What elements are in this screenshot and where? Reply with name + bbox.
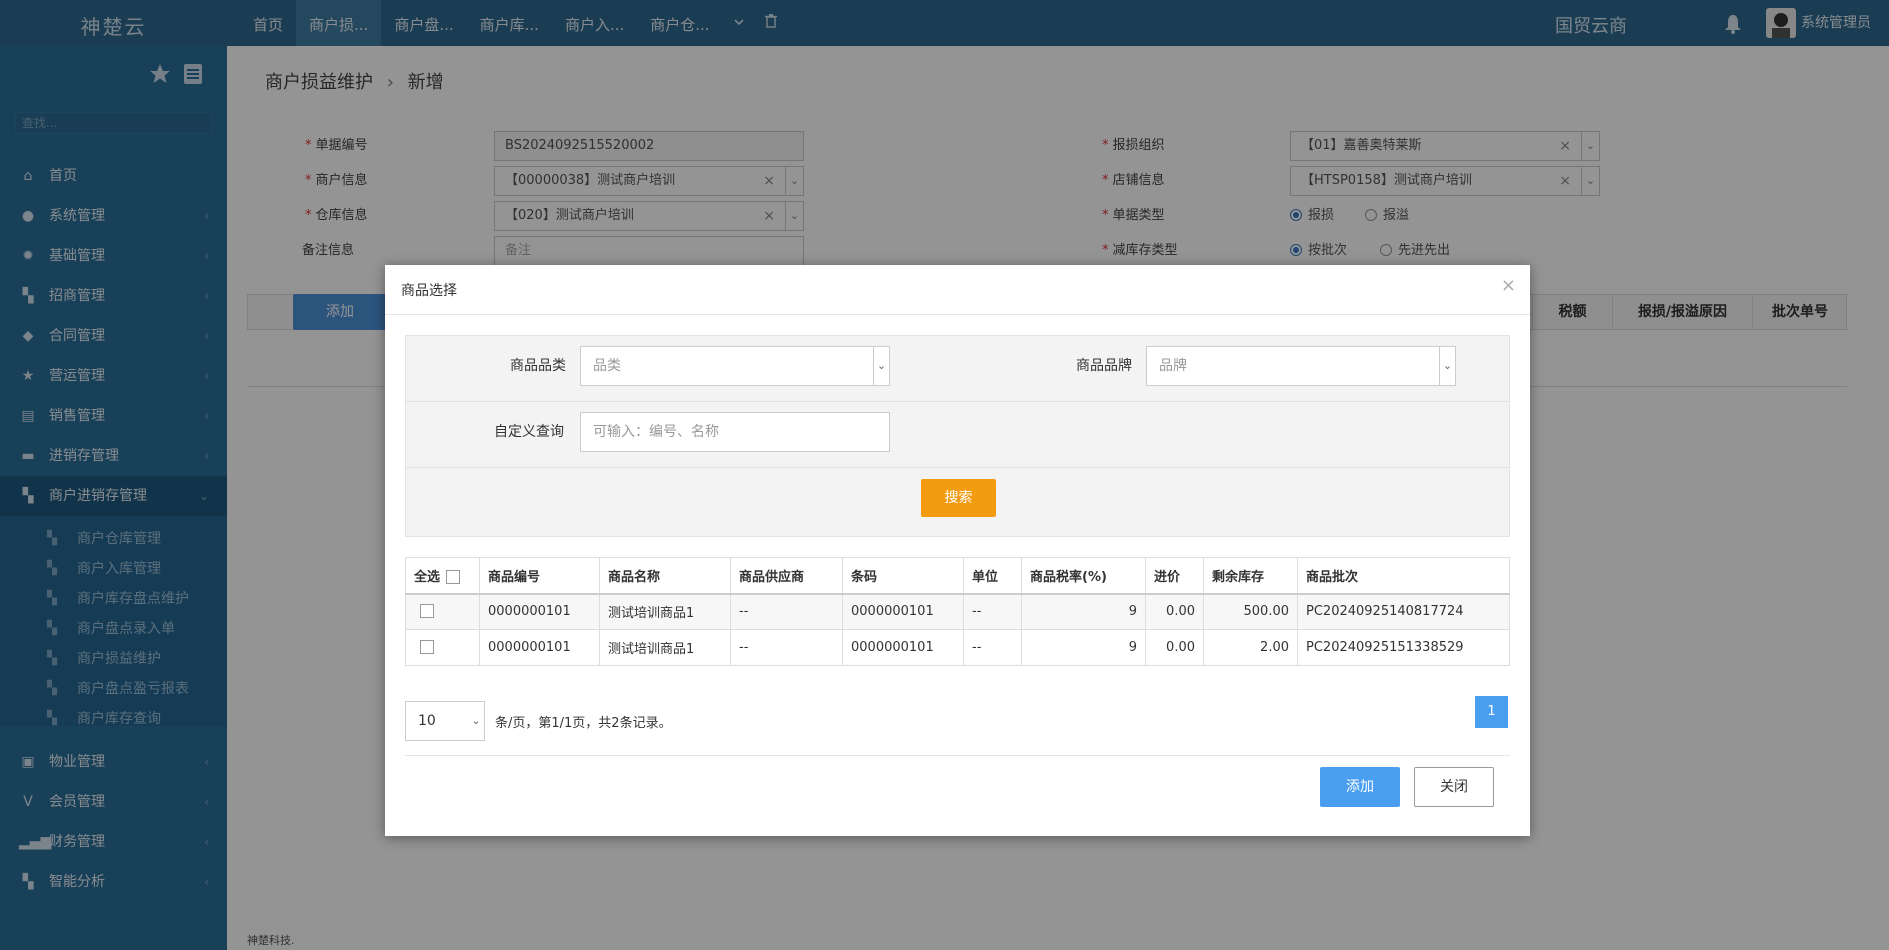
close-icon[interactable]: × (1501, 275, 1516, 296)
column-header: 单位 (963, 557, 1022, 595)
add-button[interactable]: 添加 (1320, 767, 1400, 807)
divider (406, 401, 1509, 402)
custom-query-input[interactable]: 可输入：编号、名称 (580, 412, 890, 452)
table-cell: 0000000101 (842, 629, 964, 666)
table-cell: 0.00 (1145, 593, 1204, 630)
brand-select[interactable]: 品牌 ⌄ (1146, 346, 1456, 386)
page-button[interactable]: 1 (1475, 696, 1508, 728)
column-header: 商品批次 (1297, 557, 1510, 595)
select-all-header[interactable]: 全选 (405, 557, 480, 595)
table-cell: 0000000101 (842, 593, 964, 630)
table-cell: 2.00 (1203, 629, 1298, 666)
close-button[interactable]: 关闭 (1414, 767, 1494, 807)
table-row[interactable]: 0000000101 测试培训商品1 -- 0000000101 -- 9 0.… (405, 593, 1510, 630)
row-checkbox-cell[interactable] (405, 593, 480, 630)
table-cell: 500.00 (1203, 593, 1298, 630)
divider (405, 755, 1510, 756)
table-cell: -- (730, 629, 843, 666)
product-select-dialog: 商品选择 × 商品品类 品类 ⌄ 商品品牌 品牌 ⌄ 自定义查询 可输入：编号、名称… (385, 265, 1530, 836)
column-header: 进价 (1145, 557, 1204, 595)
table-cell: PC20240925151338529 (1297, 629, 1510, 666)
table-cell: 9 (1021, 629, 1146, 666)
custom-query-label: 自定义查询 (494, 424, 564, 440)
column-header: 商品供应商 (730, 557, 843, 595)
column-header: 条码 (842, 557, 964, 595)
page-size-select[interactable]: 10 ⌄ (405, 701, 485, 741)
table-cell: 测试培训商品1 (599, 593, 731, 630)
row-checkbox-cell[interactable] (405, 629, 480, 666)
table-cell: -- (963, 629, 1022, 666)
dialog-title: 商品选择 (401, 283, 457, 299)
table-cell: -- (730, 593, 843, 630)
filter-panel: 商品品类 品类 ⌄ 商品品牌 品牌 ⌄ 自定义查询 可输入：编号、名称 搜索 (405, 335, 1510, 537)
product-table: 全选 商品编号 商品名称 商品供应商 条码 单位 商品税率(%) 进价 剩余库存… (405, 557, 1510, 666)
select-all-checkbox[interactable] (446, 569, 461, 584)
table-row[interactable]: 0000000101 测试培训商品1 -- 0000000101 -- 9 0.… (405, 629, 1510, 666)
column-header: 剩余库存 (1203, 557, 1298, 595)
table-cell: 0.00 (1145, 629, 1204, 666)
chevron-down-icon: ⌄ (471, 714, 481, 727)
table-cell: 9 (1021, 593, 1146, 630)
table-header-row: 全选 商品编号 商品名称 商品供应商 条码 单位 商品税率(%) 进价 剩余库存… (405, 557, 1510, 595)
table-cell: 0000000101 (479, 593, 600, 630)
chevron-down-icon: ⌄ (1439, 347, 1455, 385)
chevron-down-icon: ⌄ (873, 347, 889, 385)
divider (385, 314, 1530, 315)
divider (406, 467, 1509, 468)
brand-label: 商品品牌 (1076, 358, 1132, 374)
column-header: 商品名称 (599, 557, 731, 595)
row-checkbox[interactable] (420, 640, 434, 654)
pager-summary: 条/页，第1/1页，共2条记录。 (495, 716, 672, 731)
table-cell: 0000000101 (479, 629, 600, 666)
table-cell: -- (963, 593, 1022, 630)
row-checkbox[interactable] (420, 604, 434, 619)
table-cell: 测试培训商品1 (599, 629, 731, 666)
table-cell: PC20240925140817724 (1297, 593, 1510, 630)
category-label: 商品品类 (510, 358, 566, 374)
column-header: 商品税率(%) (1021, 557, 1146, 595)
category-select[interactable]: 品类 ⌄ (580, 346, 890, 386)
search-button[interactable]: 搜索 (921, 479, 996, 517)
column-header: 商品编号 (479, 557, 600, 595)
